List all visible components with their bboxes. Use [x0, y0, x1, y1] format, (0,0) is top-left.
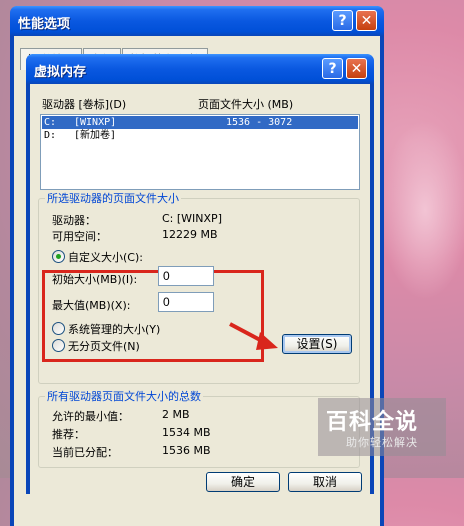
window-title: 性能选项: [18, 17, 71, 32]
initial-size-label: 初始大小(MB)(I):: [52, 273, 138, 286]
watermark-subtitle: 助你轻松解决: [346, 436, 418, 449]
current-allocated-value: 1536 MB: [162, 444, 211, 457]
free-space-label: 可用空间：: [52, 230, 107, 243]
virtual-memory-titlebar[interactable]: 虚拟内存 ? ✕: [26, 54, 374, 84]
max-size-input[interactable]: [158, 292, 214, 312]
max-size-label: 最大值(MB)(X):: [52, 299, 131, 312]
drive-letter: D:: [44, 130, 57, 141]
current-allocated-label: 当前已分配：: [52, 446, 118, 459]
help-icon[interactable]: ?: [332, 10, 353, 31]
watermark-title: 百科全说: [326, 410, 419, 435]
drive-label: [新加卷]: [74, 130, 117, 141]
total-size-group-legend: 所有驱动器页面文件大小的总数: [47, 390, 201, 403]
no-paging-file-label[interactable]: 无分页文件(N): [68, 338, 140, 354]
drive-list-item-c[interactable]: C: [WINXP] 1536 - 3072: [42, 116, 358, 129]
close-icon[interactable]: ✕: [356, 10, 377, 31]
system-managed-label[interactable]: 系统管理的大小(Y): [68, 321, 160, 337]
custom-size-radio[interactable]: [52, 250, 65, 263]
drive-value-text: C: [WINXP]: [162, 212, 222, 225]
ok-button[interactable]: 确定: [206, 472, 280, 492]
dialog-title: 虚拟内存: [34, 65, 87, 80]
custom-size-label[interactable]: 自定义大小(C):: [68, 249, 143, 265]
help-icon[interactable]: ?: [322, 58, 343, 79]
recommended-label: 推荐：: [52, 428, 85, 441]
size-column-header: 页面文件大小 (MB): [198, 98, 294, 111]
watermark-logo: 百科全说 助你轻松解决: [318, 398, 446, 456]
desktop-background: [380, 120, 464, 300]
drive-list-item-d[interactable]: D: [新加卷]: [42, 129, 358, 142]
drive-size: 1536 - 3072: [226, 117, 293, 128]
drive-label: [WINXP]: [74, 117, 117, 128]
recommended-value: 1534 MB: [162, 426, 211, 439]
initial-size-input[interactable]: [158, 266, 214, 286]
set-button[interactable]: 设置(S): [282, 334, 352, 354]
min-allowed-value: 2 MB: [162, 408, 190, 421]
drive-label-text: 驱动器：: [52, 214, 96, 227]
selected-drive-group-legend: 所选驱动器的页面文件大小: [47, 192, 179, 205]
drive-letter: C:: [44, 117, 57, 128]
free-space-value: 12229 MB: [162, 228, 218, 241]
no-paging-file-radio[interactable]: [52, 339, 65, 352]
min-allowed-label: 允许的最小值：: [52, 410, 129, 423]
system-managed-radio[interactable]: [52, 322, 65, 335]
drive-column-header: 驱动器 [卷标](D): [42, 98, 127, 111]
drive-list[interactable]: C: [WINXP] 1536 - 3072 D: [新加卷]: [40, 114, 360, 190]
close-icon[interactable]: ✕: [346, 58, 367, 79]
cancel-button[interactable]: 取消: [288, 472, 362, 492]
annotation-arrow-icon: [229, 322, 278, 350]
performance-options-titlebar[interactable]: 性能选项 ? ✕: [10, 6, 384, 36]
